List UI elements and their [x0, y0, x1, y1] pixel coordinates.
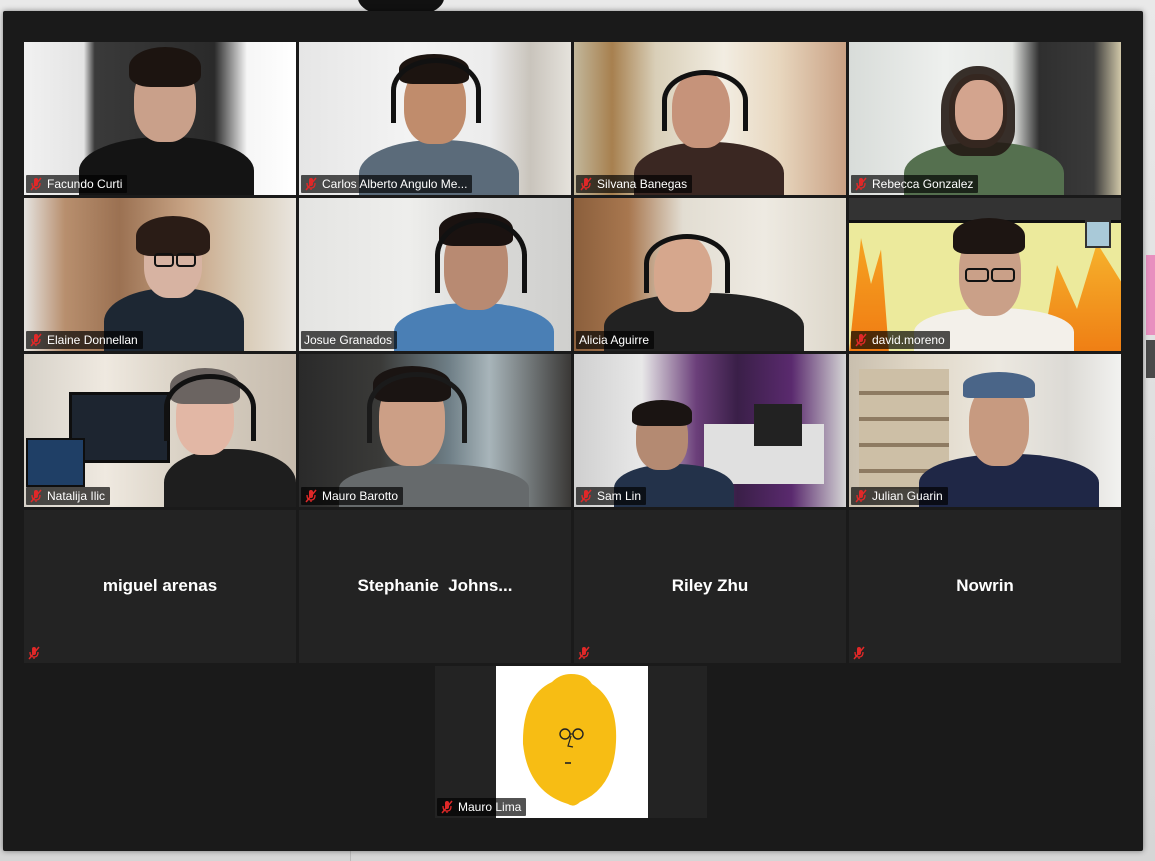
background-window-edge-dark [1146, 340, 1155, 378]
participant-tile[interactable]: Mauro Lima [435, 666, 707, 818]
participant-tile[interactable]: Carlos Alberto Angulo Me... [299, 42, 571, 195]
microphone-muted-icon [854, 333, 868, 347]
participant-tile-no-video[interactable]: Riley Zhu [574, 510, 846, 663]
participant-nameplate: Natalija Ilic [26, 487, 111, 505]
participant-name: Alicia Aguirre [579, 333, 650, 347]
participant-name: Facundo Curti [47, 177, 123, 191]
participant-nameplate: Elaine Donnellan [26, 331, 143, 349]
video-feed [24, 354, 296, 507]
participant-nameplate: Sam Lin [576, 487, 647, 505]
video-feed [299, 42, 571, 195]
participant-name: Natalija Ilic [47, 489, 106, 503]
participant-tile[interactable]: Facundo Curti [24, 42, 296, 195]
video-feed [574, 354, 846, 507]
participant-nameplate: Facundo Curti [26, 175, 128, 193]
participant-tile[interactable]: Silvana Banegas [574, 42, 846, 195]
participant-name: Stephanie Johns... [357, 576, 513, 595]
participant-nameplate: Alicia Aguirre [576, 331, 655, 349]
participant-nameplate: Carlos Alberto Angulo Me... [301, 175, 473, 193]
participant-nameplate: Julian Guarin [851, 487, 948, 505]
video-feed [849, 354, 1121, 507]
microphone-muted-icon [577, 646, 591, 660]
video-feed [24, 198, 296, 351]
participant-name: Josue Granados [304, 333, 393, 347]
participant-tile-no-video[interactable]: Nowrin [849, 510, 1121, 663]
video-feed [24, 42, 296, 195]
video-feed [574, 198, 846, 351]
participant-name: Elaine Donnellan [47, 333, 138, 347]
microphone-muted-icon [29, 333, 43, 347]
video-feed [299, 354, 571, 507]
participant-name: Rebecca Gonzalez [872, 177, 974, 191]
microphone-muted-icon [304, 489, 318, 503]
participant-nameplate: Silvana Banegas [576, 175, 693, 193]
participant-name: Sam Lin [597, 489, 642, 503]
microphone-muted-icon [440, 800, 454, 814]
microphone-muted-icon [852, 646, 866, 660]
participant-nameplate: Mauro Barotto [301, 487, 404, 505]
participant-name: david.moreno [872, 333, 945, 347]
participant-name: Riley Zhu [671, 576, 749, 595]
participant-tile[interactable]: Mauro Barotto [299, 354, 571, 507]
meeting-gallery-window: Facundo Curti Carlos Alberto Angulo Me..… [3, 11, 1143, 851]
participant-nameplate: Josue Granados [301, 331, 398, 349]
participant-name: Silvana Banegas [597, 177, 688, 191]
video-feed [849, 42, 1121, 195]
microphone-muted-icon [29, 177, 43, 191]
microphone-muted-icon [854, 177, 868, 191]
participant-tile-no-video[interactable]: Stephanie Johns... [299, 510, 571, 663]
participant-nameplate: Mauro Lima [437, 798, 527, 816]
participant-tile[interactable]: Julian Guarin [849, 354, 1121, 507]
microphone-muted-icon [579, 489, 593, 503]
video-feed [574, 42, 846, 195]
video-feed [849, 198, 1121, 351]
participant-tile[interactable]: Alicia Aguirre [574, 198, 846, 351]
video-feed [299, 198, 571, 351]
participant-tile[interactable]: Natalija Ilic [24, 354, 296, 507]
participant-tile-no-video[interactable]: miguel arenas [24, 510, 296, 663]
participant-nameplate: Rebecca Gonzalez [851, 175, 979, 193]
participant-name: Mauro Barotto [322, 489, 399, 503]
participant-name: Nowrin [956, 576, 1014, 595]
participant-tile[interactable]: Rebecca Gonzalez [849, 42, 1121, 195]
participant-tile[interactable]: david.moreno [849, 198, 1121, 351]
microphone-muted-icon [27, 646, 41, 660]
participant-tile[interactable]: Elaine Donnellan [24, 198, 296, 351]
participant-tile[interactable]: Sam Lin [574, 354, 846, 507]
background-window-edge [1146, 255, 1155, 335]
microphone-muted-icon [29, 489, 43, 503]
microphone-muted-icon [304, 177, 318, 191]
participant-name: Mauro Lima [458, 800, 522, 814]
participant-name: miguel arenas [102, 576, 218, 595]
microphone-muted-icon [854, 489, 868, 503]
participant-name: Carlos Alberto Angulo Me... [322, 177, 468, 191]
participant-tile-active-speaker[interactable]: Josue Granados [299, 198, 571, 351]
participant-nameplate: david.moreno [851, 331, 950, 349]
microphone-muted-icon [579, 177, 593, 191]
lemon-avatar-image [496, 666, 648, 818]
participant-name: Julian Guarin [872, 489, 943, 503]
